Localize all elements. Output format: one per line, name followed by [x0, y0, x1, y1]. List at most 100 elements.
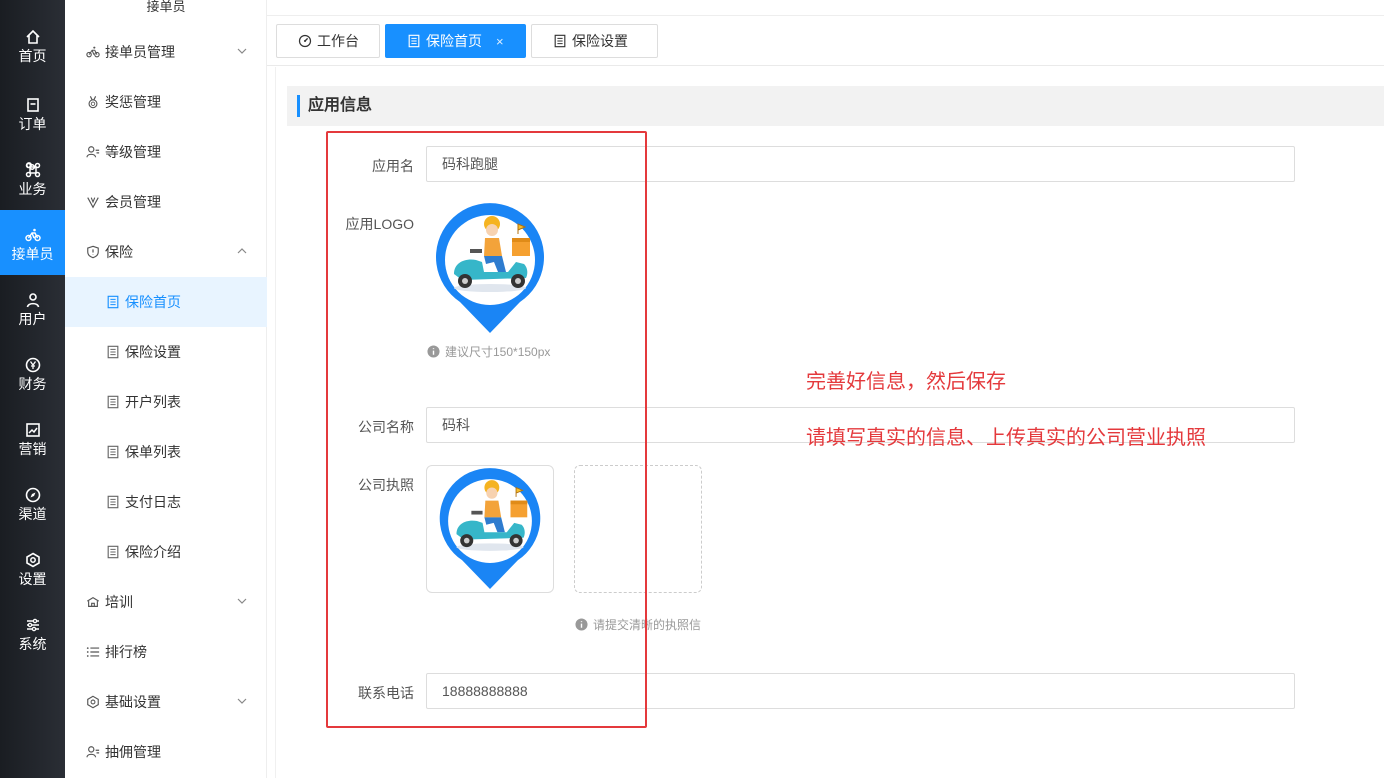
school-icon	[87, 596, 99, 607]
rail-item-finance[interactable]: 财务	[0, 340, 65, 405]
sidebar-item-reward-punish[interactable]: 奖惩管理	[65, 77, 267, 127]
rail-label: 用户	[18, 311, 47, 327]
phone-input[interactable]: 18888888888	[426, 673, 1295, 709]
sidebar-item-label: 保险设置	[125, 344, 181, 360]
home-icon	[25, 29, 40, 44]
sidebar-item-label: 排行榜	[105, 644, 147, 660]
license-image[interactable]	[426, 465, 554, 593]
rail-label: 系统	[18, 636, 47, 652]
primary-nav-rail: 首页 订单 业务 接单员 用户 财务 营销 渠道 设置 系统	[0, 0, 65, 778]
rail-item-order[interactable]: 订单	[0, 80, 65, 145]
chevron-down-icon	[237, 698, 247, 704]
sidebar-item-label: 会员管理	[105, 194, 161, 210]
sidebar-item-label: 保险首页	[125, 294, 181, 310]
doc-icon	[107, 545, 119, 559]
user-icon	[26, 293, 39, 308]
rail-item-channel[interactable]: 渠道	[0, 470, 65, 535]
tab-insurance-settings[interactable]: 保险设置	[531, 24, 658, 58]
app-logo-image[interactable]	[432, 202, 548, 334]
user-commission-icon	[86, 746, 100, 758]
order-icon	[26, 98, 39, 112]
sidebar-item-payment-log[interactable]: 支付日志	[65, 477, 267, 527]
sidebar-item-insurance-home[interactable]: 保险首页	[65, 277, 267, 327]
tab-label: 保险首页	[426, 33, 482, 49]
sidebar-item-insurance-settings[interactable]: 保险设置	[65, 327, 267, 377]
secondary-sidebar: 接单员 接单员管理 奖惩管理 等级管理 会员管理 保险 保险首页 保险设置 开户…	[65, 0, 267, 778]
app-name-input[interactable]: 码科跑腿	[426, 146, 1295, 182]
top-header	[267, 0, 1384, 16]
rail-item-user[interactable]: 用户	[0, 275, 65, 340]
app-name-label: 应用名	[372, 158, 414, 174]
sidebar-item-level[interactable]: 等级管理	[65, 127, 267, 177]
sidebar-item-label: 基础设置	[105, 694, 161, 710]
doc-icon	[554, 34, 566, 48]
sidebar-item-member[interactable]: 会员管理	[65, 177, 267, 227]
sidebar-title: 接单员	[146, 0, 186, 14]
sliders-icon	[26, 618, 39, 632]
courier-scooter-logo	[436, 203, 544, 333]
sidebar-item-commission[interactable]: 抽佣管理	[65, 727, 267, 777]
sidebar-item-training[interactable]: 培训	[65, 577, 267, 627]
sidebar-item-label: 支付日志	[125, 494, 181, 510]
rail-item-system[interactable]: 系统	[0, 600, 65, 665]
sidebar-item-label: 保险	[105, 244, 133, 260]
license-upload-slot[interactable]	[574, 465, 702, 593]
medal-icon	[88, 96, 98, 109]
rail-label: 营销	[18, 441, 47, 457]
sidebar-item-courier-management[interactable]: 接单员管理	[65, 27, 267, 77]
rail-item-home[interactable]: 首页	[0, 20, 65, 70]
section-header: 应用信息	[287, 86, 1384, 126]
rail-label: 订单	[18, 116, 47, 132]
sidebar-item-policy-list[interactable]: 保单列表	[65, 427, 267, 477]
sidebar-item-basic-settings[interactable]: 基础设置	[65, 677, 267, 727]
sidebar-item-account-list[interactable]: 开户列表	[65, 377, 267, 427]
bike-icon	[24, 228, 41, 242]
section-title: 应用信息	[308, 97, 373, 114]
doc-icon	[408, 34, 420, 48]
shield-icon	[87, 245, 99, 259]
rail-item-marketing[interactable]: 营销	[0, 405, 65, 470]
app-logo-label: 应用LOGO	[345, 216, 414, 232]
rail-item-business[interactable]: 业务	[0, 145, 65, 210]
close-icon[interactable]: ×	[496, 34, 504, 49]
chevron-down-icon	[237, 48, 247, 54]
rail-label: 接单员	[11, 246, 54, 262]
info-icon	[427, 345, 440, 358]
vip-icon	[87, 197, 99, 209]
tab-bar: 工作台 保险首页 × 保险设置	[267, 16, 1384, 66]
yen-icon	[25, 357, 40, 373]
tab-label: 保险设置	[572, 33, 628, 49]
tab-label: 工作台	[317, 33, 359, 49]
rail-item-courier[interactable]: 接单员	[0, 210, 65, 275]
sidebar-item-insurance[interactable]: 保险	[65, 227, 267, 277]
sidebar-item-label: 奖惩管理	[105, 94, 161, 110]
sidebar-item-label: 等级管理	[105, 144, 161, 160]
license-label: 公司执照	[358, 477, 414, 493]
doc-icon	[107, 295, 119, 309]
doc-icon	[107, 395, 119, 409]
hexagon-gear-icon	[25, 552, 40, 568]
doc-icon	[107, 495, 119, 509]
sidebar-item-ranking[interactable]: 排行榜	[65, 627, 267, 677]
user-level-icon	[86, 146, 100, 158]
dashboard-icon	[298, 34, 312, 48]
annotation-note-real-info: 请填写真实的信息、上传真实的公司营业执照	[806, 427, 1206, 449]
app-root: 首页 订单 业务 接单员 用户 财务 营销 渠道 设置 系统 接单员 接单员管理…	[0, 0, 1384, 778]
rail-item-settings[interactable]: 设置	[0, 535, 65, 600]
annotation-note-save: 完善好信息，然后保存	[806, 371, 1006, 393]
chevron-down-icon	[237, 598, 247, 604]
sidebar-item-label: 抽佣管理	[105, 744, 161, 760]
rail-label: 首页	[18, 48, 47, 64]
bike-icon	[86, 46, 100, 58]
tab-workbench[interactable]: 工作台	[276, 24, 380, 58]
info-icon	[575, 618, 588, 631]
tab-insurance-home[interactable]: 保险首页 ×	[385, 24, 526, 58]
sidebar-item-insurance-intro[interactable]: 保险介绍	[65, 527, 267, 577]
rail-label: 财务	[18, 376, 47, 392]
rail-label: 设置	[18, 571, 47, 587]
settings-icon	[87, 695, 99, 709]
sidebar-item-label: 开户列表	[125, 394, 181, 410]
license-hint: 请提交清晰的执照信	[575, 616, 701, 633]
hint-text: 请提交清晰的执照信	[593, 618, 702, 632]
section-accent-bar	[297, 95, 300, 117]
